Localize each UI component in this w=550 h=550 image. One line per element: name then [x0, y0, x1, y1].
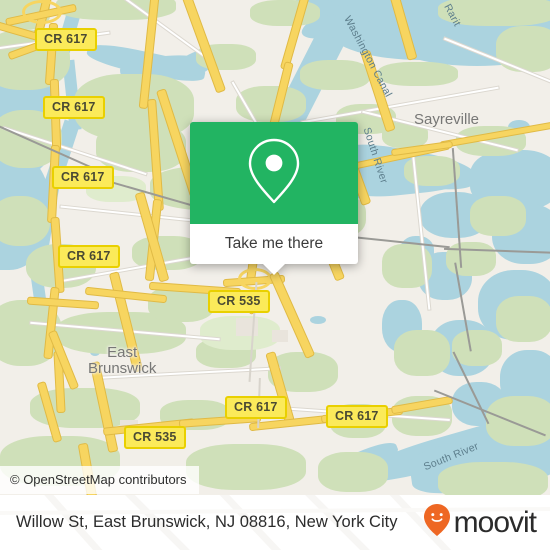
take-me-there-label: Take me there — [224, 235, 324, 252]
location-address: Willow St, East Brunswick, NJ 08816, New… — [16, 513, 397, 532]
road-shield: CR 617 — [326, 405, 388, 428]
popup-icon-area — [190, 122, 358, 224]
footer-bar: Willow St, East Brunswick, NJ 08816, New… — [0, 495, 550, 550]
osm-attribution-label: © OpenStreetMap contributors — [10, 472, 187, 487]
map-screenshot: Washington Canal Rarit South River South… — [0, 0, 550, 550]
location-pin-icon — [245, 136, 303, 211]
road-shield: CR 535 — [208, 290, 270, 313]
map-popup-card[interactable]: Take me there — [190, 122, 358, 275]
road-shield: CR 617 — [43, 96, 105, 119]
moovit-logo[interactable]: moovit — [423, 503, 537, 542]
osm-attribution[interactable]: © OpenStreetMap contributors — [0, 466, 199, 494]
road-shield: CR 617 — [52, 166, 114, 189]
road-shield: CR 617 — [225, 396, 287, 419]
map-canvas[interactable]: Washington Canal Rarit South River South… — [0, 0, 550, 495]
take-me-there-button[interactable]: Take me there — [190, 224, 358, 264]
road-shield: CR 617 — [58, 245, 120, 268]
moovit-wordmark: moovit — [453, 505, 537, 539]
location-address-label: Willow St, East Brunswick, NJ 08816, New… — [16, 513, 398, 531]
moovit-smiley-pin-icon — [423, 503, 451, 542]
road-shield: CR 617 — [35, 28, 97, 51]
road-shield: CR 535 — [124, 426, 186, 449]
popup-tail-icon — [263, 264, 285, 275]
